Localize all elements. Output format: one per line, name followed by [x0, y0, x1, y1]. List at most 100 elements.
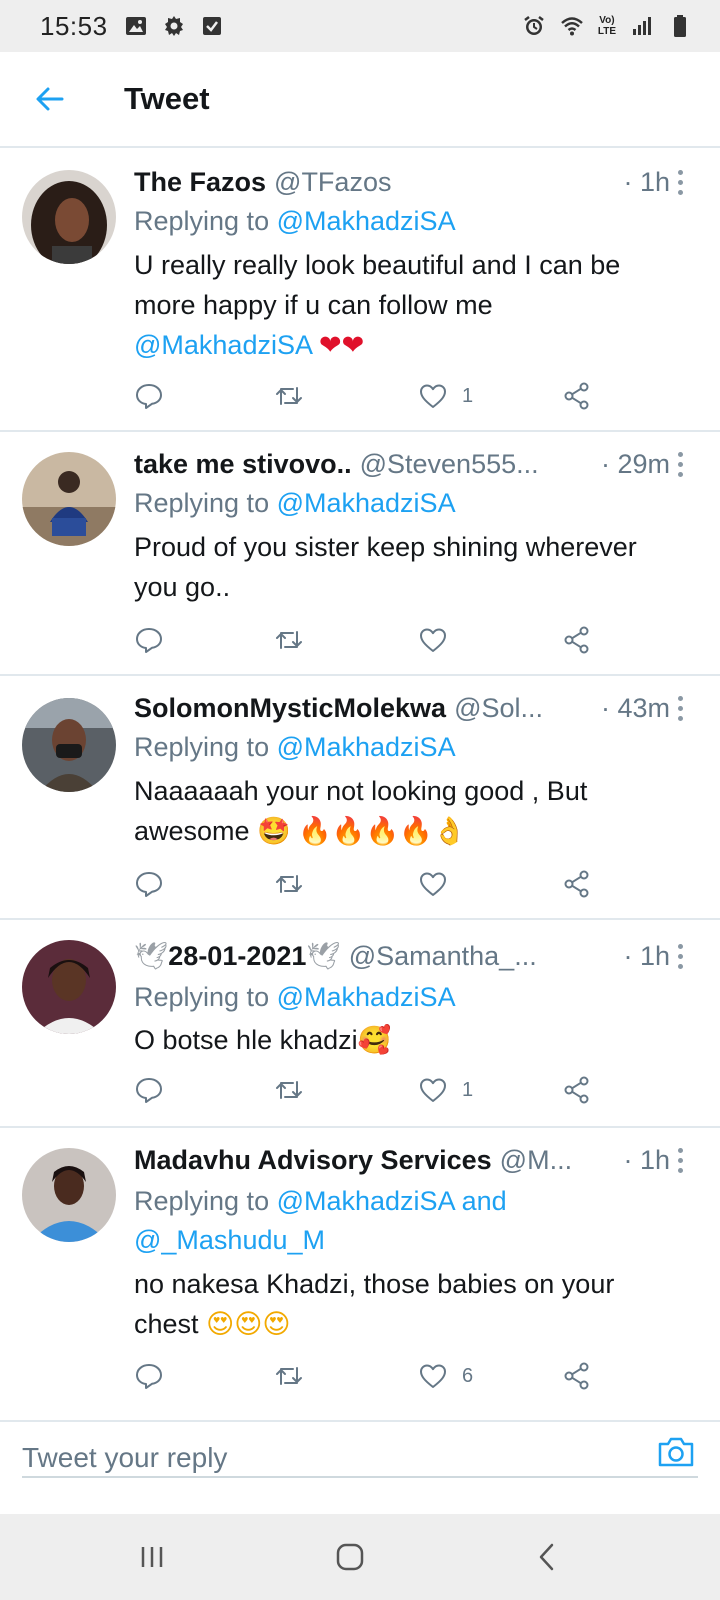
- avatar[interactable]: [22, 170, 116, 264]
- more-options-button[interactable]: [668, 690, 692, 726]
- tweet-time: · 1h: [623, 940, 670, 971]
- heart-eyes-emoji: 😍😍😍: [206, 1309, 291, 1340]
- retweet-button[interactable]: [274, 620, 304, 660]
- retweet-icon: [276, 1081, 302, 1099]
- reply-button[interactable]: [134, 620, 164, 660]
- tweet-time: · 29m: [600, 448, 670, 479]
- dove-emoji: 🕊: [306, 941, 341, 972]
- tweet[interactable]: take me stivovo.. @Steven555... · 29m Re…: [0, 434, 720, 676]
- tweet-actions: 1: [134, 1070, 614, 1110]
- user-name[interactable]: take me stivovo..: [134, 449, 352, 480]
- tweet[interactable]: SolomonMysticMolekwa @Sol... · 43m Reply…: [0, 678, 720, 920]
- recent-apps-button[interactable]: [122, 1532, 182, 1582]
- user-name[interactable]: 🕊28-01-2021🕊: [134, 940, 341, 972]
- comment-icon: [136, 1078, 162, 1103]
- share-button[interactable]: [562, 864, 592, 904]
- share-icon: [564, 1362, 589, 1390]
- system-back-button[interactable]: [518, 1532, 578, 1582]
- tweet-actions: [134, 864, 614, 904]
- tweet-text: U really really look beautiful and I can…: [134, 245, 700, 366]
- heart-icon: [420, 1078, 446, 1102]
- status-bar: 15:53 Vo) LTE: [0, 0, 720, 52]
- more-options-button[interactable]: [668, 164, 692, 200]
- arrow-left-icon: [36, 87, 64, 111]
- reply-button[interactable]: [134, 376, 164, 416]
- tweet-text: O botse hle khadzi🥰: [134, 1020, 700, 1061]
- retweet-button[interactable]: [274, 376, 304, 416]
- status-time: 15:53: [40, 10, 108, 41]
- ok-hand-emoji: 👌: [432, 816, 467, 847]
- avatar[interactable]: [22, 1148, 116, 1242]
- mention-link[interactable]: @MakhadziSA: [277, 488, 456, 518]
- like-button[interactable]: [418, 864, 462, 904]
- camera-button[interactable]: [654, 1430, 698, 1474]
- alarm-icon: [522, 14, 546, 38]
- reply-button[interactable]: [134, 864, 164, 904]
- like-button[interactable]: [418, 620, 462, 660]
- mention-link[interactable]: @MakhadziSA: [277, 206, 456, 236]
- share-button[interactable]: [562, 1070, 592, 1110]
- mention-link[interactable]: @MakhadziSA: [277, 1186, 455, 1216]
- tweet-text: no nakesa Khadzi, those babies on your c…: [134, 1264, 700, 1345]
- dove-emoji: 🕊: [134, 941, 169, 972]
- signal-icon: [630, 14, 654, 38]
- share-icon: [564, 1076, 589, 1104]
- user-name-text: 28-01-2021: [168, 941, 307, 971]
- more-options-button[interactable]: [668, 446, 692, 482]
- avatar[interactable]: [22, 698, 116, 792]
- user-handle: @Samantha_...: [348, 940, 537, 971]
- share-button[interactable]: [562, 620, 592, 660]
- tweet-text-line: U really really look beautiful and I can…: [134, 250, 621, 280]
- volte-icon: Vo) LTE: [598, 15, 616, 37]
- retweet-button[interactable]: [274, 1070, 304, 1110]
- heart-icon: [420, 872, 446, 896]
- replying-and: and: [454, 1186, 507, 1216]
- retweet-icon: [276, 875, 302, 893]
- more-options-button[interactable]: [668, 938, 692, 974]
- tweet[interactable]: 🕊28-01-2021🕊 @Samantha_... · 1h Replying…: [0, 922, 720, 1128]
- volte-bottom: LTE: [597, 26, 616, 37]
- home-button[interactable]: [320, 1532, 380, 1582]
- replying-prefix: Replying to: [134, 732, 277, 762]
- retweet-button[interactable]: [274, 864, 304, 904]
- mention-link[interactable]: @_Mashudu_M: [134, 1225, 325, 1255]
- status-left-icons: [124, 14, 224, 38]
- user-handle: @Sol...: [454, 692, 543, 723]
- share-icon: [564, 626, 589, 654]
- user-name[interactable]: SolomonMysticMolekwa: [134, 693, 446, 724]
- tweet-time: · 1h: [623, 1144, 670, 1175]
- recent-apps-icon: [141, 1547, 163, 1567]
- like-button[interactable]: 1: [418, 376, 473, 416]
- back-icon: [539, 1543, 554, 1571]
- tweet[interactable]: Madavhu Advisory Services @M... · 1h Rep…: [0, 1130, 720, 1420]
- user-handle: @Steven555...: [359, 448, 539, 479]
- more-options-button[interactable]: [668, 1142, 692, 1178]
- replying-to: Replying to @MakhadziSA: [134, 202, 696, 241]
- avatar[interactable]: [22, 940, 116, 1034]
- reply-button[interactable]: [134, 1356, 164, 1396]
- like-button[interactable]: 1: [418, 1070, 473, 1110]
- share-button[interactable]: [562, 1356, 592, 1396]
- image-icon: [124, 14, 148, 38]
- avatar[interactable]: [22, 452, 116, 546]
- user-name[interactable]: The Fazos: [134, 167, 266, 198]
- tweet[interactable]: The Fazos @TFazos · 1h Replying to @Makh…: [0, 150, 720, 432]
- comment-icon: [136, 1364, 162, 1389]
- mention-link[interactable]: @MakhadziSA: [277, 982, 456, 1012]
- user-name[interactable]: Madavhu Advisory Services: [134, 1145, 492, 1176]
- tweet-text-line: Naaaaaah your not looking good , But: [134, 776, 588, 806]
- like-count: 1: [462, 384, 474, 407]
- share-button[interactable]: [562, 376, 592, 416]
- retweet-button[interactable]: [274, 1356, 304, 1396]
- replying-prefix: Replying to: [134, 488, 277, 518]
- star-struck-emoji: 🤩: [257, 816, 291, 847]
- reply-button[interactable]: [134, 1070, 164, 1110]
- mention-link[interactable]: @MakhadziSA: [134, 330, 312, 360]
- like-count: 1: [462, 1078, 474, 1101]
- tweet-actions: 1: [134, 376, 614, 416]
- like-button[interactable]: 6: [418, 1356, 473, 1396]
- tweet-time: · 1h: [623, 166, 670, 197]
- mention-link[interactable]: @MakhadziSA: [277, 732, 456, 762]
- back-button[interactable]: [20, 69, 80, 129]
- navigation-bar: [0, 1514, 720, 1600]
